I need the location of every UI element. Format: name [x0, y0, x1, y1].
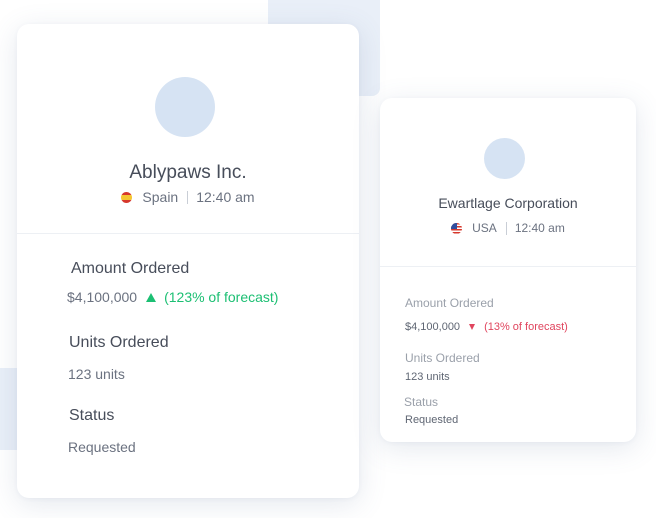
units-ordered-value: 123 units: [405, 371, 450, 383]
amount-ordered-value: $4,100,000: [67, 289, 138, 305]
company-name: Ewartlage Corporation: [438, 195, 578, 211]
country-label: USA: [472, 221, 497, 235]
status-value: Requested: [68, 439, 136, 455]
location-time: USA 12:40 am: [380, 221, 636, 235]
status-value: Requested: [405, 414, 459, 426]
country-label: Spain: [142, 189, 179, 205]
units-ordered-label: Units Ordered: [69, 334, 169, 351]
arrow-down-icon: [469, 324, 476, 330]
arrow-up-icon: [146, 292, 157, 302]
spain-flag-icon: [121, 191, 133, 203]
meta-separator: [187, 190, 189, 204]
company-card-ewartlage[interactable]: Ewartlage Corporation USA 12:40 am Amoun…: [380, 98, 636, 442]
units-ordered-value: 123 units: [68, 366, 125, 382]
avatar: [484, 138, 525, 179]
amount-ordered-value: $4,100,000: [405, 321, 461, 333]
status-label: Status: [69, 407, 115, 424]
amount-ordered-label: Amount Ordered: [405, 296, 494, 310]
company-name: Ablypaws Inc.: [129, 162, 247, 183]
card-divider: [17, 233, 359, 234]
status-label: Status: [404, 395, 439, 409]
amount-ordered-label: Amount Ordered: [71, 260, 190, 277]
units-ordered-label: Units Ordered: [405, 351, 480, 365]
amount-ordered-row: $4,100,000 (13% of forecast): [405, 321, 568, 333]
location-time: Spain 12:40 am: [17, 189, 359, 205]
company-card-ablypaws[interactable]: Ablypaws Inc. Spain 12:40 am Amount Orde…: [17, 24, 359, 498]
usa-flag-icon: [451, 222, 463, 234]
meta-separator: [505, 221, 507, 235]
forecast-percentage: (123% of forecast): [164, 289, 279, 305]
local-time: 12:40 am: [514, 221, 565, 235]
local-time: 12:40 am: [196, 189, 255, 205]
forecast-percentage: (13% of forecast): [484, 321, 568, 333]
amount-ordered-row: $4,100,000 (123% of forecast): [67, 289, 278, 305]
avatar: [155, 77, 215, 137]
card-divider: [380, 266, 636, 267]
